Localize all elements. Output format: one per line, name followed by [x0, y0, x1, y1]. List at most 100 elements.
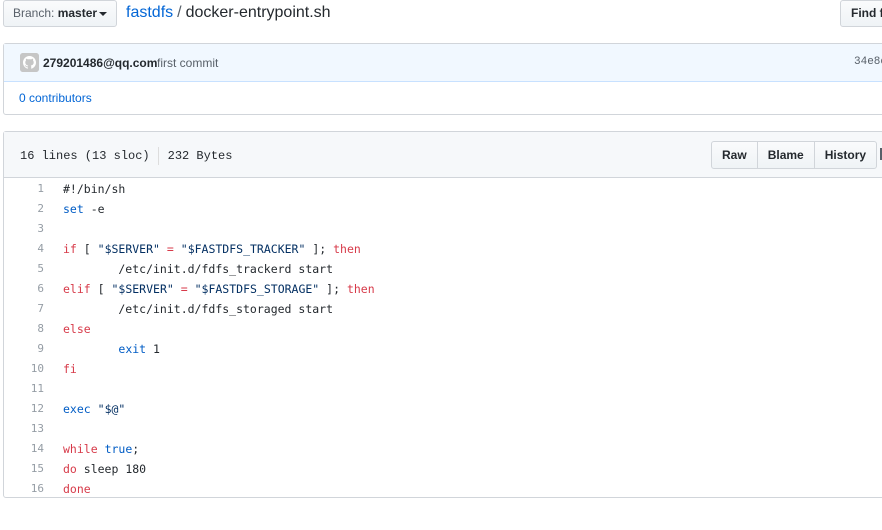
line-number[interactable]: 13	[4, 419, 44, 439]
breadcrumb-file-name: docker-entrypoint.sh	[185, 4, 331, 21]
code-token: =	[180, 282, 188, 296]
code-token: ];	[305, 242, 334, 256]
code-token: /etc/init.d/fdfs_trackerd start	[63, 262, 334, 276]
line-number[interactable]: 14	[4, 439, 44, 459]
code-token: exec	[63, 402, 91, 416]
code-token: ];	[319, 282, 347, 296]
line-number[interactable]: 11	[4, 379, 44, 399]
line-content: elif [ "$SERVER" = "$FASTDFS_STORAGE" ];…	[63, 279, 375, 299]
code-token: exit	[118, 342, 147, 356]
latest-commit-row: 279201486@qq.com first commit 34e8c	[4, 44, 882, 82]
line-content: set -e	[63, 199, 105, 219]
code-token: 1	[146, 342, 160, 356]
commit-message-link[interactable]: first commit	[157, 56, 218, 70]
breadcrumb-separator: /	[177, 4, 182, 21]
line-content: /etc/init.d/fdfs_trackerd start	[63, 259, 333, 279]
line-number[interactable]: 9	[4, 339, 44, 359]
line-number[interactable]: 3	[4, 219, 44, 239]
breadcrumb-repo-link[interactable]: fastdfs	[126, 4, 173, 21]
code-line: 8 else	[4, 319, 882, 339]
file-viewer: 16 lines (13 sloc) 232 Bytes Raw Blame Hi…	[3, 131, 882, 498]
code-token: "$FASTDFS_TRACKER"	[180, 242, 306, 256]
line-content: while true;	[63, 439, 139, 459]
code-token: if	[63, 242, 77, 256]
code-token: -e	[83, 202, 105, 216]
contributors-link[interactable]: 0 contributors	[19, 91, 92, 105]
code-line: 10 fi	[4, 359, 882, 379]
line-content: exec "$@"	[63, 399, 125, 419]
code-token: "$FASTDFS_STORAGE"	[194, 282, 320, 296]
code-line: 1 #!/bin/sh	[4, 179, 882, 199]
code-line: 2 set -e	[4, 199, 882, 219]
line-content: /etc/init.d/fdfs_storaged start	[63, 299, 333, 319]
code-token: elif	[63, 282, 91, 296]
code-line: 16 done	[4, 479, 882, 499]
github-avatar-icon	[20, 53, 39, 72]
line-content: do sleep 180	[63, 459, 146, 479]
line-number[interactable]: 15	[4, 459, 44, 479]
history-button[interactable]: History	[813, 141, 878, 169]
line-content: done	[63, 479, 91, 499]
code-line: 9 exit 1	[4, 339, 882, 359]
find-file-button[interactable]: Find f	[840, 0, 882, 27]
branch-prefix: Branch:	[13, 6, 55, 20]
code-token: while	[63, 442, 98, 456]
line-number[interactable]: 8	[4, 319, 44, 339]
line-number[interactable]: 1	[4, 179, 44, 199]
contributors-row: 0 contributors	[4, 82, 882, 114]
code-token: fi	[63, 362, 77, 376]
line-number[interactable]: 16	[4, 479, 44, 499]
code-line: 6 elif [ "$SERVER" = "$FASTDFS_STORAGE" ]…	[4, 279, 882, 299]
code-token: #!/bin/sh	[63, 182, 126, 196]
code-line: 5 /etc/init.d/fdfs_trackerd start	[4, 259, 882, 279]
line-content: if [ "$SERVER" = "$FASTDFS_TRACKER" ]; t…	[63, 239, 361, 259]
code-token: then	[333, 242, 361, 256]
commit-sha-link[interactable]: 34e8c	[854, 56, 882, 68]
avatar[interactable]	[20, 53, 39, 72]
code-token: "$@"	[97, 402, 126, 416]
code-token: "$SERVER"	[111, 282, 174, 296]
line-number[interactable]: 2	[4, 199, 44, 219]
code-line: 12 exec "$@"	[4, 399, 882, 419]
code-token: =	[166, 242, 174, 256]
commit-author-link[interactable]: 279201486@qq.com	[43, 56, 157, 70]
line-number[interactable]: 10	[4, 359, 44, 379]
code-token: set	[63, 202, 84, 216]
code-line: 7 /etc/init.d/fdfs_storaged start	[4, 299, 882, 319]
line-number[interactable]: 6	[4, 279, 44, 299]
raw-button[interactable]: Raw	[711, 141, 758, 169]
file-header: 16 lines (13 sloc) 232 Bytes Raw Blame Hi…	[4, 132, 882, 178]
file-navigation: Branch: master fastdfs / docker-entrypoint…	[0, 0, 882, 30]
code-line: 4 if [ "$SERVER" = "$FASTDFS_TRACKER" ]; …	[4, 239, 882, 259]
branch-select-button[interactable]: Branch: master	[3, 0, 117, 27]
code-token: sleep 180	[76, 462, 147, 476]
file-actions: Raw Blame History	[711, 141, 878, 169]
line-number[interactable]: 12	[4, 399, 44, 419]
breadcrumb: fastdfs / docker-entrypoint.sh	[126, 3, 331, 23]
blame-button[interactable]: Blame	[756, 141, 815, 169]
line-content: else	[63, 319, 91, 339]
line-number[interactable]: 7	[4, 299, 44, 319]
code-token: "$SERVER"	[97, 242, 160, 256]
code-token: /etc/init.d/fdfs_storaged start	[63, 302, 334, 316]
code-token: [	[76, 242, 98, 256]
line-content: fi	[63, 359, 77, 379]
code-line: 15 do sleep 180	[4, 459, 882, 479]
line-number[interactable]: 4	[4, 239, 44, 259]
line-content: exit 1	[63, 339, 160, 359]
branch-name: master	[57, 6, 98, 20]
line-number[interactable]: 5	[4, 259, 44, 279]
code-line: 11	[4, 379, 882, 399]
file-info: 16 lines (13 sloc) 232 Bytes	[20, 147, 232, 165]
code-token: done	[63, 482, 91, 496]
code-line: 3	[4, 219, 882, 239]
commit-tease: 279201486@qq.com first commit 34e8c 0 co…	[3, 43, 882, 115]
code-token: [	[90, 282, 112, 296]
code-token: do	[63, 462, 77, 476]
